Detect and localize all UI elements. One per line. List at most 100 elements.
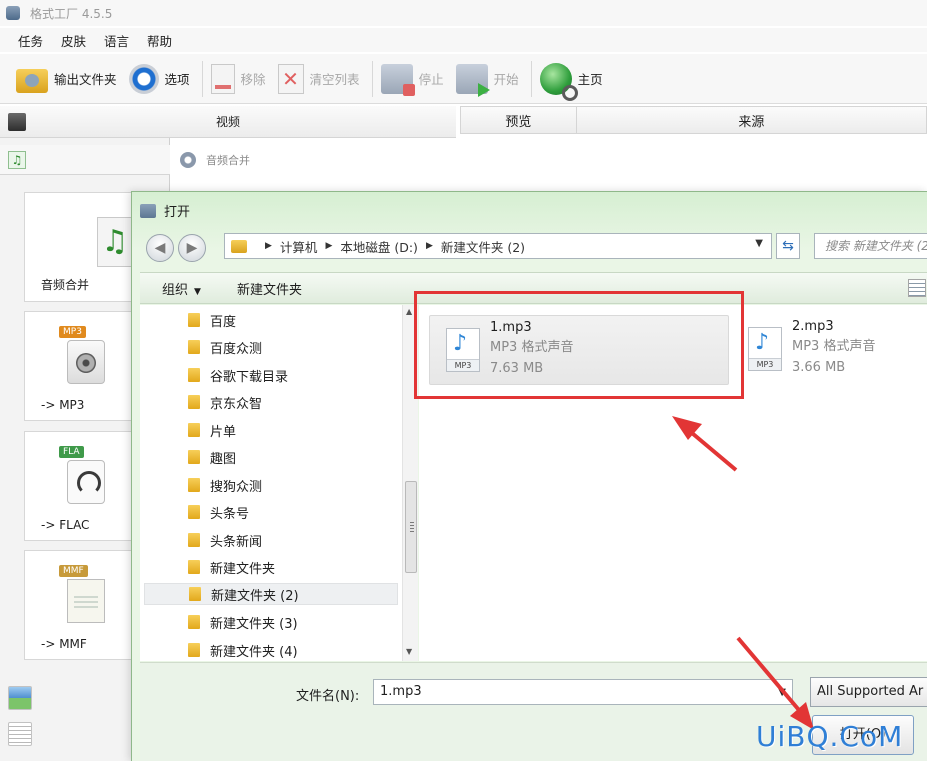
watermark: UiBQ.CoM (756, 720, 904, 753)
flac-headphone-icon: FLA (59, 446, 109, 506)
column-preview[interactable]: 预览 (461, 107, 577, 133)
breadcrumb-folder[interactable]: 新建文件夹 (2) (441, 237, 525, 256)
breadcrumb-separator-icon[interactable]: ▶ (426, 241, 433, 251)
folder-tree: 百度 百度众测 谷歌下载目录 京东众智 片单 趣图 搜狗众测 头条号 头条新闻 … (140, 305, 418, 661)
folder-icon (188, 615, 200, 629)
tile-to-flac[interactable]: FLA -> FLAC (24, 431, 132, 541)
folder-icon (188, 313, 200, 327)
folder-icon (231, 239, 247, 253)
folder-tree-item[interactable]: 头条新闻 (188, 529, 262, 551)
folder-icon (188, 395, 200, 409)
folder-icon (188, 450, 200, 464)
menu-item-help[interactable]: 帮助 (147, 31, 172, 50)
folder-tree-item[interactable]: 搜狗众测 (188, 474, 262, 496)
folder-tree-item[interactable]: 新建文件夹 (4) (188, 639, 298, 661)
tile-to-mmf[interactable]: MMF -> MMF (24, 550, 132, 660)
tile-audio-merge[interactable]: ♫ 音频合并 (24, 192, 133, 302)
toolbar-divider (530, 60, 532, 97)
main-toolbar: 输出文件夹 选项 移除 ✕ 清空列表 停止 开始 主页 (0, 54, 927, 104)
start-play-icon (455, 63, 490, 97)
dialog-titlebar: 打开 (140, 201, 190, 220)
folder-icon (188, 643, 200, 657)
app-titlebar: 格式工厂 4.5.5 (0, 0, 927, 26)
folder-tree-item[interactable]: 片单 (188, 419, 236, 441)
menu-item-tasks[interactable]: 任务 (18, 31, 43, 50)
tile-to-mp3[interactable]: MP3 -> MP3 (24, 311, 132, 421)
folder-tree-item[interactable]: 新建文件夹 (3) (188, 611, 298, 633)
chevron-down-icon[interactable]: ▼ (778, 681, 786, 705)
app-title: 格式工厂 4.5.5 (30, 6, 113, 21)
folder-icon (188, 533, 200, 547)
breadcrumb-separator-icon[interactable]: ▶ (265, 241, 272, 251)
remove-doc-icon (210, 63, 235, 94)
scroll-up-icon[interactable]: ▲ (406, 307, 412, 316)
output-folder-icon (16, 68, 48, 93)
reel-icon (180, 152, 196, 168)
menu-item-language[interactable]: 语言 (104, 31, 129, 50)
picture-category-icon[interactable] (8, 686, 32, 710)
scrollbar-thumb[interactable] (405, 481, 417, 573)
folder-icon (188, 478, 200, 492)
back-button[interactable]: ◀ (146, 234, 174, 262)
toolbar-divider (201, 60, 203, 97)
folder-tree-item[interactable]: 京东众智 (188, 391, 262, 413)
remove-button[interactable]: 移除 (207, 59, 274, 99)
mp3-speaker-icon: MP3 (59, 326, 109, 386)
folder-tree-item[interactable]: 新建文件夹 (188, 556, 275, 578)
folder-tree-item[interactable]: 百度 (188, 309, 236, 331)
folder-icon (188, 340, 200, 354)
clear-list-button[interactable]: ✕ 清空列表 (274, 59, 368, 99)
start-button[interactable]: 开始 (452, 59, 527, 99)
filename-input[interactable]: 1.mp3 ▼ (373, 679, 793, 705)
open-file-dialog: 打开 ◀ ▶ ▶ 计算机 ▶ 本地磁盘 (D:) ▶ 新建文件夹 (2) ▼ ⇆… (131, 191, 927, 761)
folder-icon (188, 368, 200, 382)
folder-tree-item[interactable]: 趣图 (188, 446, 236, 468)
file-type-filter[interactable]: All Supported Ar (810, 677, 927, 707)
refresh-button[interactable]: ⇆ (776, 233, 800, 259)
mp3-file-icon: ♪ MP3 (748, 327, 782, 371)
breadcrumb-drive[interactable]: 本地磁盘 (D:) (340, 237, 418, 256)
music-note-icon: ♫ (8, 151, 26, 169)
folder-tree-item-selected[interactable]: 新建文件夹 (2) (144, 583, 398, 605)
mmf-doc-icon: MMF (59, 565, 109, 625)
document-category-icon[interactable] (8, 722, 32, 746)
breadcrumb-computer[interactable]: 计算机 (280, 237, 318, 256)
dialog-app-icon (140, 203, 156, 218)
forward-button[interactable]: ▶ (178, 234, 206, 262)
chevron-down-icon[interactable]: ▼ (755, 238, 763, 249)
search-input[interactable]: 搜索 新建文件夹 (2) (814, 233, 927, 259)
output-folder-button[interactable]: 输出文件夹 (12, 59, 125, 99)
folder-icon (188, 423, 200, 437)
stop-button[interactable]: 停止 (377, 59, 452, 99)
scroll-down-icon[interactable]: ▼ (406, 647, 412, 656)
file-size: 3.66 MB (792, 360, 846, 375)
audio-merge-strip: 音频合并 (172, 146, 458, 174)
folder-tree-item[interactable]: 谷歌下载目录 (188, 364, 288, 386)
dialog-title: 打开 (164, 205, 191, 220)
breadcrumb-separator-icon[interactable]: ▶ (325, 241, 332, 251)
organize-menu[interactable]: 组织 ▼ (162, 279, 201, 298)
highlight-box (414, 291, 744, 399)
folder-icon (188, 560, 200, 574)
address-bar[interactable]: ▶ 计算机 ▶ 本地磁盘 (D:) ▶ 新建文件夹 (2) ▼ (224, 233, 772, 259)
view-options-icon[interactable] (908, 279, 926, 297)
film-clapper-icon (8, 112, 26, 131)
category-audio[interactable]: ♫ (0, 145, 170, 175)
menu-item-skin[interactable]: 皮肤 (61, 31, 86, 50)
clear-list-x-icon: ✕ (277, 63, 304, 94)
file-type: MP3 格式声音 (792, 339, 876, 354)
options-gear-icon (128, 63, 159, 94)
options-button[interactable]: 选项 (125, 59, 198, 99)
file-item[interactable]: ♪ MP3 2.mp3 MP3 格式声音 3.66 MB (732, 315, 927, 385)
category-video[interactable]: 视频 (0, 106, 456, 138)
app-logo-icon (6, 6, 20, 20)
home-globe-icon (539, 62, 578, 101)
filename-label: 文件名(N): (296, 689, 360, 704)
folder-tree-item[interactable]: 头条号 (188, 501, 249, 523)
new-folder-button[interactable]: 新建文件夹 (237, 279, 302, 298)
column-source[interactable]: 来源 (577, 107, 926, 133)
folder-icon (188, 505, 200, 519)
folder-tree-item[interactable]: 百度众测 (188, 336, 262, 358)
home-button[interactable]: 主页 (536, 59, 611, 101)
stop-icon (380, 63, 415, 96)
